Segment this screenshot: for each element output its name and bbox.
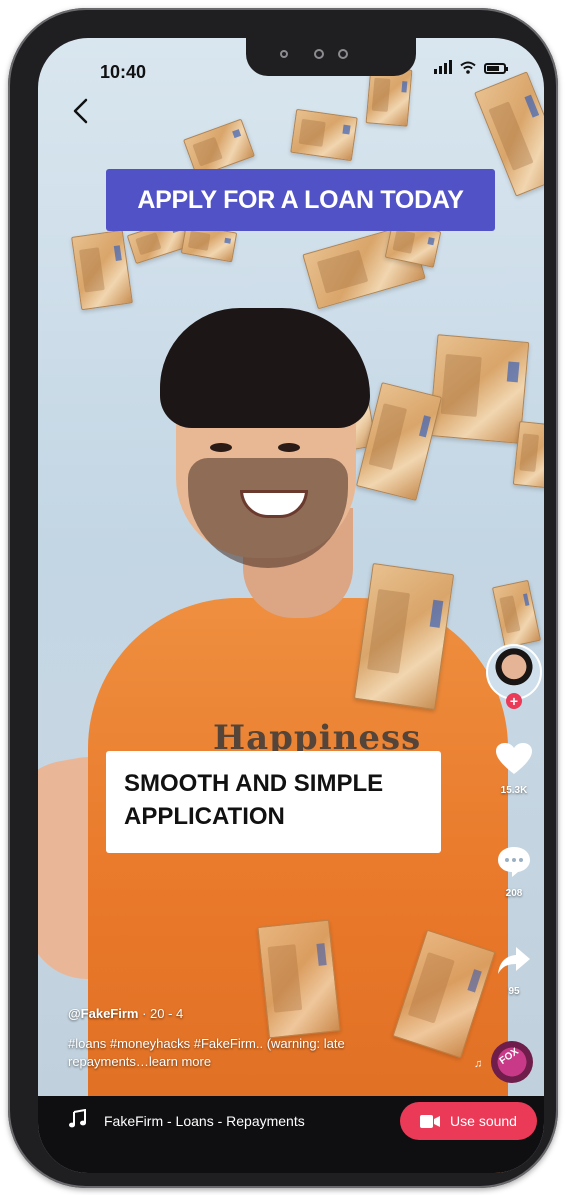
comment-button[interactable]: 208 [493,845,535,899]
comment-count: 208 [505,888,523,899]
caption-text[interactable]: #loans #moneyhacks #FakeFirm.. (warning:… [68,1035,398,1071]
video-camera-icon [420,1114,441,1128]
share-button[interactable]: 95 [493,945,535,997]
wifi-icon [460,61,476,74]
promo-banner-top: APPLY FOR A LOAN TODAY [106,169,495,231]
money-note [428,334,530,444]
like-count: 15.3K [500,785,528,796]
use-sound-label: Use sound [450,1113,517,1129]
camera-dot [280,50,288,58]
signal-icon [434,60,452,74]
share-icon [498,947,530,974]
video-screen[interactable]: Happiness 10:40 APPLY FOR A LOAN TODAY S… [38,38,544,1173]
heart-icon [496,743,532,774]
person-shirt [88,598,508,1173]
money-note [71,229,133,311]
camera-lens [314,49,324,59]
money-note [512,420,544,490]
status-icons [434,60,508,74]
promo-banner-middle-line1: SMOOTH AND SIMPLE [124,770,384,797]
sound-name[interactable]: FakeFirm - Loans - Repayments [104,1113,305,1129]
money-note [491,579,542,649]
promo-banner-middle-line2: APPLICATION [124,803,285,830]
money-note [290,108,358,162]
share-count: 95 [508,986,520,997]
back-icon[interactable] [68,96,96,126]
person-hair [160,308,370,428]
music-disc-label: FOX [497,1046,521,1067]
music-disc[interactable]: FOX [491,1041,533,1083]
notch [246,38,416,76]
follow-plus-icon[interactable]: + [506,693,522,709]
money-note [257,919,341,1039]
post-meta: · 20 - 4 [138,1006,184,1021]
status-time: 10:40 [100,62,147,82]
use-sound-button[interactable]: Use sound [400,1102,537,1140]
creator-username[interactable]: @FakeFirm [68,1006,138,1021]
like-button[interactable]: 15.3K [493,742,535,796]
creator-avatar[interactable] [486,644,542,700]
promo-banner-top-text: APPLY FOR A LOAN TODAY [137,185,464,214]
person-eye [278,443,300,452]
sensor-lens [338,49,348,59]
phone-frame: Happiness 10:40 APPLY FOR A LOAN TODAY S… [8,8,558,1188]
music-note-icon: ♫ [474,1058,483,1070]
comment-icon [498,847,530,877]
battery-icon [484,63,508,74]
promo-banner-middle: SMOOTH AND SIMPLE APPLICATION [106,751,441,853]
caption-user-line[interactable]: @FakeFirm · 20 - 4 [68,1006,183,1021]
music-note-icon [69,1109,86,1128]
person-eye [210,443,232,452]
